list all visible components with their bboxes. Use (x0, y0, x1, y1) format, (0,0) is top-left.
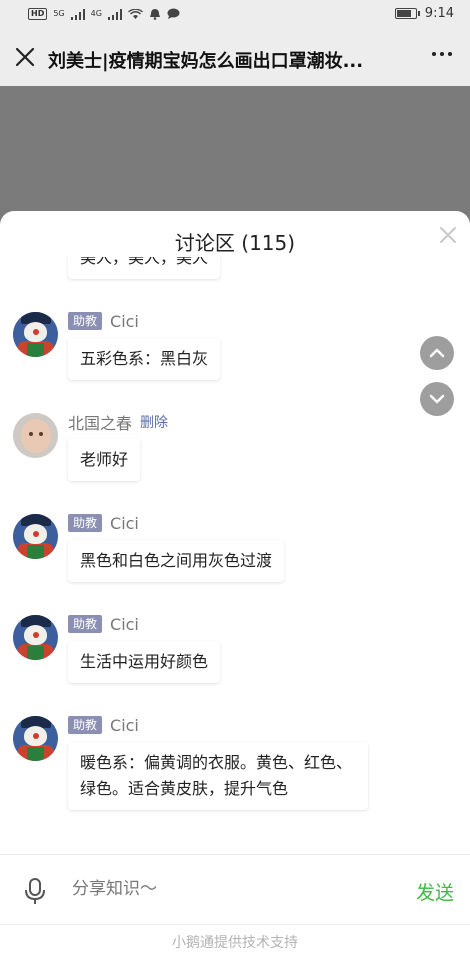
status-time: 9:14 (424, 6, 454, 21)
message-meta: 助教 Cici (68, 512, 139, 534)
message-meta: 助教 Cici (68, 310, 139, 332)
role-badge: 助教 (68, 716, 103, 734)
bell-icon (149, 9, 160, 20)
message-item: 北国之春 删除老师好 (0, 407, 470, 508)
avatar[interactable] (13, 716, 58, 761)
user-name: Cici (110, 614, 139, 634)
message-item: 助教 Cici 五彩色系：黑白灰 (0, 306, 470, 407)
discussion-header: 讨论区 (115) (0, 211, 470, 261)
signal-4g-icon: 4G (90, 9, 102, 18)
battery-icon (394, 8, 420, 19)
chevron-down-icon (429, 394, 445, 404)
user-name: Cici (110, 715, 139, 735)
avatar[interactable] (13, 413, 58, 458)
hd-badge: HD (28, 8, 48, 20)
page-title: 刘美士|疫情期宝妈怎么画出口罩潮妆... (48, 51, 364, 72)
role-badge: 助教 (68, 312, 103, 330)
more-icon[interactable] (432, 52, 452, 56)
scroll-up-button[interactable] (420, 336, 454, 370)
signal-bars-x-icon (107, 8, 122, 20)
chevron-up-icon (429, 348, 445, 358)
message-item: 助教 Cici 黑色和白色之间用灰色过渡 (0, 508, 470, 609)
message-meta: 北国之春 删除 (68, 411, 168, 433)
message-item: 助教 Cici 暖色系：偏黄调的衣服。黄色、红色、绿色。适合黄皮肤，提升气色 (0, 710, 470, 811)
status-icons-right: 9:14 (394, 6, 454, 21)
role-badge: 助教 (68, 514, 103, 532)
close-panel-icon[interactable] (438, 225, 458, 245)
message-item: 美人，美人，美人 (0, 257, 470, 306)
user-name: Cici (110, 311, 139, 331)
status-bar: HD 5G 4G 9:14 (0, 0, 470, 30)
avatar[interactable] (13, 615, 58, 660)
video-player-area[interactable] (0, 86, 470, 226)
message-item: 助教 Cici 生活中运用好颜色 (0, 609, 470, 710)
user-name: Cici (110, 513, 139, 533)
chat-bubble-icon (167, 8, 180, 19)
microphone-icon[interactable] (24, 877, 46, 905)
message-text: 生活中运用好颜色 (68, 641, 221, 683)
footer-powered-by: 小鹅通提供技术支持 (0, 924, 470, 960)
discussion-panel: 讨论区 (115) 美人，美人，美人助教 Cici 五彩色系：黑白灰北国之春 删除老师… (0, 211, 470, 960)
message-list[interactable]: 美人，美人，美人 助教 Cici 五彩色系：黑白灰 北国之春 删除 老师好 助教 Cici 黑色和… (0, 257, 470, 854)
role-badge: 助教 (68, 615, 103, 633)
message-text: 五彩色系：黑白灰 (68, 338, 221, 380)
scroll-down-button[interactable] (420, 382, 454, 416)
message-text: 黑色和白色之间用灰色过渡 (68, 540, 285, 582)
comment-input[interactable] (72, 871, 392, 907)
avatar[interactable] (13, 514, 58, 559)
send-button[interactable]: 发送 (416, 878, 454, 905)
message-text: 老师好 (68, 439, 141, 481)
delete-button[interactable]: 删除 (140, 412, 168, 432)
user-name: 北国之春 (68, 414, 133, 433)
message-meta: 助教 Cici (68, 714, 139, 736)
message-text: 暖色系：偏黄调的衣服。黄色、红色、绿色。适合黄皮肤，提升气色 (68, 742, 368, 810)
signal-bars-icon (70, 8, 85, 20)
comment-input-bar: 发送 (0, 854, 470, 924)
close-icon[interactable] (14, 46, 36, 68)
message-meta: 助教 Cici (68, 613, 139, 635)
status-icons-left: HD 5G 4G (28, 8, 180, 20)
signal-5g-icon: 5G (53, 9, 65, 18)
wifi-icon (128, 8, 143, 19)
message-text: 美人，美人，美人 (68, 257, 221, 279)
nav-bar: 刘美士|疫情期宝妈怎么画出口罩潮妆... (0, 30, 470, 86)
discussion-title: 讨论区 (115) (174, 231, 296, 255)
avatar[interactable] (13, 312, 58, 357)
